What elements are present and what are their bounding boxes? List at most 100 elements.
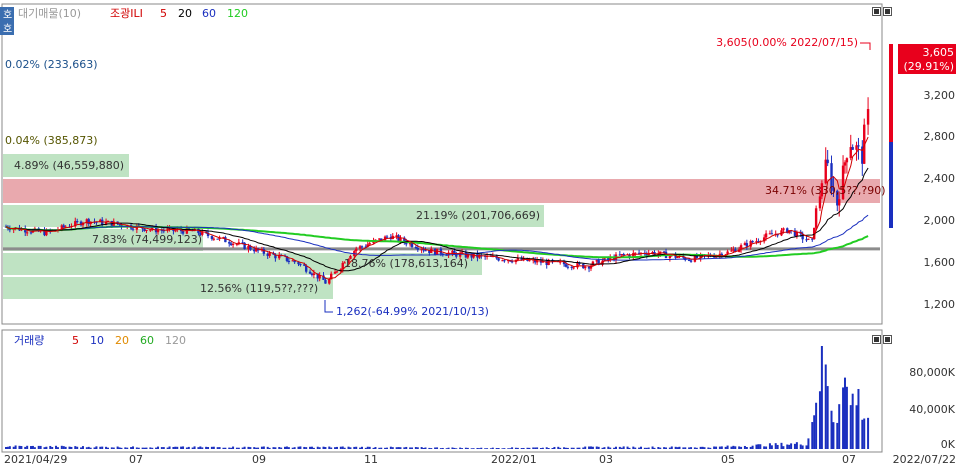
volume-bar — [480, 447, 483, 449]
candle-body — [807, 238, 810, 240]
volume-bar — [653, 447, 656, 449]
x-tick-label: 07 — [129, 453, 143, 466]
volume-bar — [715, 446, 718, 449]
current-price-value: 3,605 — [923, 46, 955, 59]
y-tick-label: 2,400 — [924, 172, 956, 185]
candle-body — [416, 248, 419, 250]
volume-panel-maximize-button[interactable] — [872, 335, 881, 344]
price-panel-maximize-button[interactable] — [872, 7, 881, 16]
volume-bar — [782, 446, 785, 449]
volume-bar — [310, 446, 313, 449]
volume-bar — [709, 447, 712, 449]
legend-item[interactable]: 5 — [160, 7, 167, 20]
legend-item[interactable]: 60 — [202, 7, 216, 20]
candle-body — [866, 109, 870, 125]
legend-item[interactable]: 5 — [72, 334, 79, 347]
volume-bar — [368, 446, 371, 449]
volume-bar — [576, 447, 579, 449]
volume-bar — [738, 446, 741, 449]
volume-bar — [526, 447, 529, 449]
volume-bar — [399, 447, 402, 449]
volume-bar — [14, 445, 17, 449]
volume-bar — [665, 447, 668, 449]
volume-bar — [588, 446, 591, 449]
legend-item[interactable]: 대기매물(10) — [18, 7, 81, 20]
volume-bar — [149, 447, 152, 449]
volume-bar — [545, 447, 548, 449]
volume-bar — [795, 442, 798, 449]
volume-bar — [386, 447, 389, 449]
candle-body — [572, 267, 575, 269]
x-tick-label: 05 — [721, 453, 735, 466]
candle-body — [324, 279, 327, 284]
volume-bar — [366, 446, 369, 449]
volume-bar — [632, 446, 635, 449]
volume-bar — [162, 447, 165, 449]
volume-bar — [455, 448, 458, 449]
volume-bar — [484, 448, 487, 449]
volume-bar — [770, 445, 773, 449]
volume-bar — [182, 446, 185, 449]
candle-body — [566, 266, 570, 268]
volume-panel-close-button[interactable] — [883, 335, 892, 344]
volume-bar — [359, 447, 362, 449]
volume-bar — [232, 446, 235, 449]
candle-body — [453, 250, 456, 253]
volume-bar — [601, 447, 604, 449]
volume-bar — [670, 446, 673, 449]
candle-body — [212, 238, 216, 240]
legend-item[interactable]: 조광ILI — [110, 7, 143, 20]
volume-bar — [330, 447, 333, 449]
legend-item[interactable]: 거래량 — [14, 334, 44, 347]
volume-bar — [786, 444, 789, 449]
volume-bar — [55, 445, 58, 449]
volume-bar — [85, 447, 88, 449]
volume-bar — [820, 346, 823, 449]
volume-bar — [589, 446, 592, 449]
volume-bar — [559, 447, 562, 449]
volume-bar — [322, 446, 325, 449]
volume-bar — [303, 446, 306, 449]
chart-tool-icon-glyph: 호 — [3, 23, 12, 35]
legend-item[interactable]: 20 — [178, 7, 192, 20]
volume-bar — [699, 446, 702, 449]
legend-item[interactable]: 10 — [90, 334, 104, 347]
candle-body — [634, 252, 637, 254]
volume-bar — [838, 404, 841, 449]
volume-bar — [730, 446, 733, 449]
volume-bar — [776, 444, 779, 449]
legend-item[interactable]: 20 — [115, 334, 129, 347]
volume-bar — [570, 447, 573, 449]
x-tick-label: 2022/07/22 — [893, 453, 956, 466]
volume-bar — [584, 446, 587, 449]
legend-item[interactable]: 120 — [227, 7, 248, 20]
candle-body — [826, 159, 829, 164]
volume-bar — [788, 444, 791, 449]
volume-bar — [603, 447, 606, 449]
volume-bar — [768, 443, 771, 449]
volume-bar — [470, 448, 473, 449]
legend-item[interactable]: 120 — [165, 334, 186, 347]
volume-bar — [842, 387, 845, 449]
volume-bar — [6, 446, 9, 449]
volume-bar — [707, 447, 710, 449]
volume-bar — [328, 446, 331, 449]
price-panel-close-button[interactable] — [883, 7, 892, 16]
legend-item[interactable]: 60 — [140, 334, 154, 347]
volume-bar — [285, 446, 288, 449]
volume-bar — [74, 446, 77, 449]
volume-bar — [824, 364, 827, 449]
volume-bar — [228, 447, 231, 449]
candle-body — [424, 250, 427, 252]
volume-bar — [832, 422, 835, 449]
volume-bar — [489, 448, 492, 449]
volume-bar — [45, 446, 48, 449]
volume-bar — [591, 446, 594, 449]
volume-bar — [720, 446, 723, 449]
price-y-axis: 3,200 2,800 2,400 2,000 1,600 1,200 — [924, 89, 956, 311]
volume-bar — [486, 448, 489, 449]
volume-bar — [718, 446, 721, 449]
volume-bar — [528, 447, 531, 449]
volume-bar — [466, 447, 469, 449]
volume-bar — [503, 448, 506, 449]
